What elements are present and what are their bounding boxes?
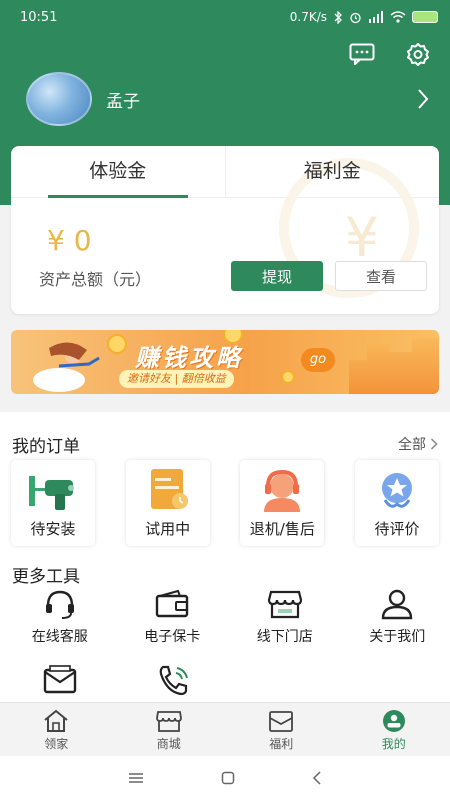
network-speed: 0.7K/s — [289, 10, 327, 24]
menu-icon[interactable] — [128, 772, 144, 784]
go-badge: go — [301, 348, 335, 372]
tab-welfare-label: 福利 — [269, 737, 294, 751]
tab-home-label: 领家 — [44, 737, 69, 751]
settings-button[interactable] — [404, 40, 432, 68]
coin-icon — [107, 334, 127, 354]
orders-tools-section: 我的订单 全部 待安装 试用中 退机/售后 待评价 更多工具 在线客服 电子保卡… — [0, 412, 450, 702]
orders-title: 我的订单 — [12, 437, 80, 457]
battery-icon — [412, 11, 438, 23]
tools-title: 更多工具 — [12, 567, 80, 587]
profile-icon — [382, 710, 405, 732]
status-bar: 10:51 0.7K/s — [0, 0, 450, 34]
rating-star-icon — [381, 473, 412, 508]
order-pending-install[interactable]: 待安装 — [11, 460, 95, 546]
banner-subtitle: 邀请好友 | 翻倍收益 — [119, 370, 234, 388]
tab-shop[interactable]: 商城 — [113, 703, 226, 756]
yuan-symbol-icon: ¥ — [344, 206, 379, 269]
alarm-icon — [350, 12, 361, 23]
asset-amount-label: 资产总额（元） — [39, 270, 152, 289]
message-button[interactable] — [348, 40, 376, 68]
order-in-trial[interactable]: 试用中 — [125, 460, 210, 546]
tab-mine-label: 我的 — [381, 737, 406, 751]
order-in-trial-label: 试用中 — [145, 520, 191, 538]
tab-home[interactable]: 领家 — [0, 703, 113, 756]
tab-welfare-fund[interactable]: 福利金 — [224, 146, 440, 197]
tool-about-us[interactable]: 关于我们 — [345, 588, 450, 646]
chevron-right-icon — [430, 438, 438, 450]
back-icon[interactable] — [312, 771, 322, 785]
tool-offline-store-label: 线下门店 — [256, 629, 313, 645]
coin-icon — [281, 370, 295, 384]
withdraw-button[interactable]: 提现 — [231, 261, 323, 291]
tool-phone[interactable] — [120, 664, 226, 696]
wallet-tabs: 体验金 福利金 — [11, 146, 439, 198]
tool-offline-store[interactable]: 线下门店 — [232, 588, 338, 646]
buildings-illustration — [349, 338, 439, 394]
tool-online-service[interactable]: 在线客服 — [7, 588, 113, 646]
tab-shop-label: 商城 — [156, 737, 181, 751]
phone-icon — [159, 665, 188, 696]
all-orders-label: 全部 — [398, 437, 426, 453]
order-pending-review-label: 待评价 — [374, 520, 420, 538]
asset-amount: ¥ 0 — [47, 224, 92, 257]
username: 孟子 — [106, 91, 140, 112]
tool-e-warranty[interactable]: 电子保卡 — [120, 588, 226, 646]
chevron-right-icon[interactable] — [416, 88, 430, 110]
order-return-service-label: 退机/售后 — [249, 520, 315, 538]
order-grid: 待安装 试用中 退机/售后 待评价 — [11, 460, 439, 546]
home-square-icon[interactable] — [221, 771, 235, 785]
tools-row2 — [0, 664, 450, 696]
mail-icon — [43, 665, 77, 694]
home-icon — [44, 709, 68, 732]
tool-e-warranty-label: 电子保卡 — [144, 629, 201, 645]
tools-grid: 在线客服 电子保卡 线下门店 关于我们 — [0, 588, 450, 646]
envelope-icon — [269, 711, 294, 732]
all-orders-link[interactable]: 全部 — [398, 434, 438, 454]
tab-experience-fund[interactable]: 体验金 — [11, 146, 225, 198]
bluetooth-icon — [334, 10, 342, 24]
wallet-card: ¥ 体验金 福利金 ¥ 0 资产总额（元） 提现 查看 — [11, 146, 439, 314]
tool-online-service-label: 在线客服 — [31, 629, 88, 645]
tab-mine[interactable]: 我的 — [338, 703, 450, 756]
system-nav-bar — [0, 756, 450, 800]
service-agent-icon — [264, 469, 301, 512]
order-pending-review[interactable]: 待评价 — [354, 460, 439, 546]
view-button[interactable]: 查看 — [335, 261, 427, 291]
store-icon — [267, 590, 302, 619]
wallet-icon — [156, 589, 189, 618]
tab-welfare[interactable]: 福利 — [225, 703, 338, 756]
trial-card-icon — [150, 469, 188, 509]
headset-icon — [45, 590, 74, 619]
person-illustration — [33, 342, 100, 392]
drill-icon — [29, 476, 74, 510]
bottom-tab-bar: 领家 商城 福利 我的 — [0, 702, 450, 756]
signal-icon — [369, 11, 383, 23]
message-icon — [349, 43, 375, 65]
status-time: 10:51 — [20, 9, 58, 25]
profile-row[interactable]: 孟子 — [26, 72, 140, 126]
wifi-icon — [390, 11, 406, 23]
settings-icon — [407, 43, 429, 66]
promo-banner[interactable]: 赚钱攻略 邀请好友 | 翻倍收益 go — [11, 330, 439, 394]
user-icon — [382, 589, 413, 620]
avatar[interactable] — [26, 72, 92, 126]
tool-mail[interactable] — [7, 664, 113, 696]
shop-icon — [155, 711, 182, 732]
order-pending-install-label: 待安装 — [30, 520, 76, 538]
order-return-service[interactable]: 退机/售后 — [240, 460, 325, 546]
tool-about-us-label: 关于我们 — [369, 629, 426, 645]
banner-title: 赚钱攻略 — [135, 344, 243, 372]
